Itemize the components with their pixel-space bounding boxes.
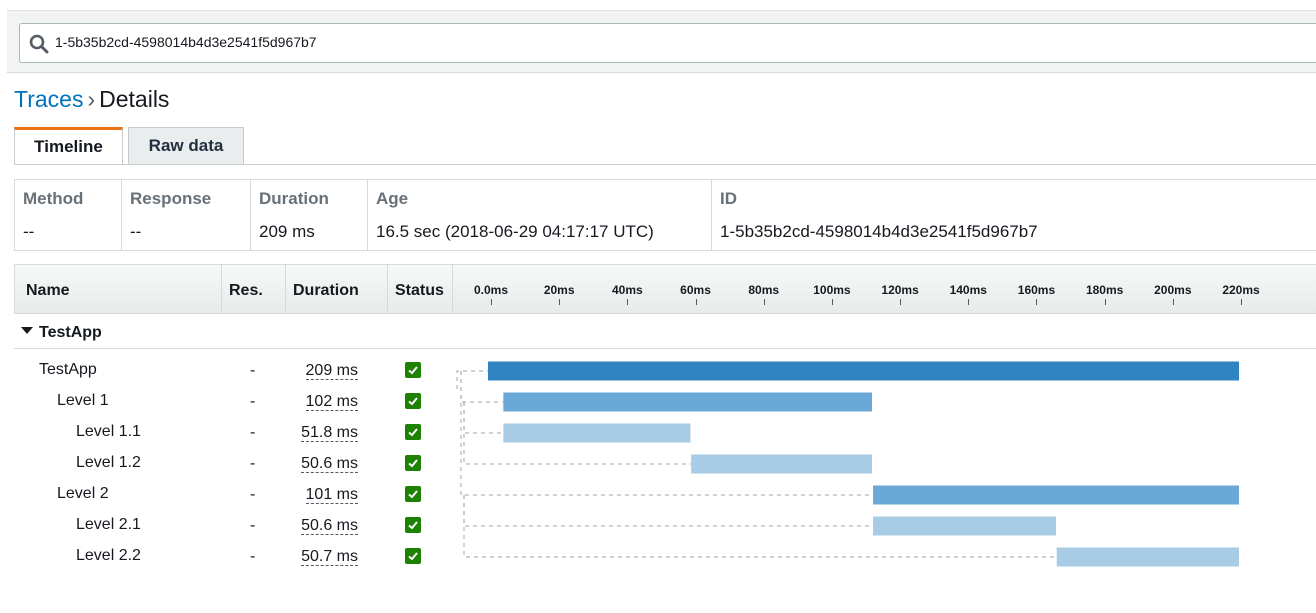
timeline-bar[interactable]	[488, 361, 1239, 381]
timeline-bar[interactable]	[873, 485, 1239, 505]
timeline-bar[interactable]	[873, 516, 1057, 536]
timeline-bar[interactable]	[691, 454, 873, 474]
timeline-connector	[463, 495, 874, 527]
timeline-connector	[456, 370, 488, 389]
timeline-chart	[456, 361, 1239, 567]
timeline-bar[interactable]	[1056, 547, 1239, 567]
timeline-bar[interactable]	[503, 392, 873, 412]
timeline-bar[interactable]	[503, 423, 691, 443]
timeline-connector	[463, 402, 504, 434]
